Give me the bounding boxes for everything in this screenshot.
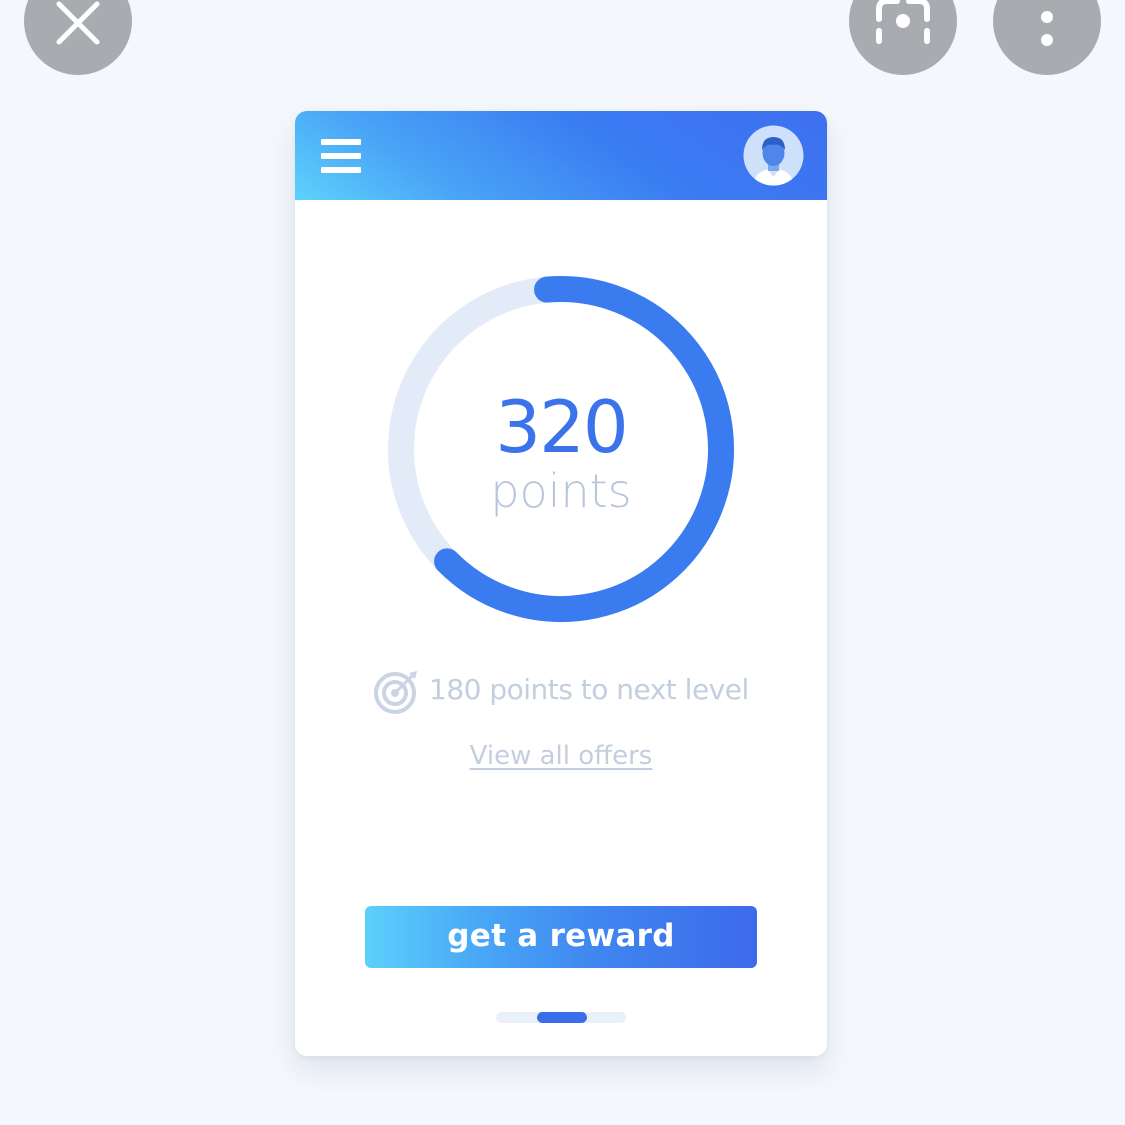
points-value: 320 xyxy=(495,385,628,469)
next-level-info: 180 points to next level xyxy=(373,663,773,714)
next-level-text: 180 points to next level xyxy=(429,673,749,706)
user-avatar-icon[interactable] xyxy=(743,125,804,186)
page-indicator-active xyxy=(537,1012,587,1023)
lens-icon xyxy=(876,0,930,44)
more-options-button[interactable] xyxy=(993,0,1101,75)
get-reward-button[interactable]: get a reward xyxy=(365,906,757,968)
points-unit-label: points xyxy=(490,464,632,518)
phone-screen: 320 points 180 points to next level View… xyxy=(295,111,827,1056)
view-all-offers-link[interactable]: View all offers xyxy=(295,741,827,771)
target-icon xyxy=(374,671,417,714)
app-header xyxy=(295,111,827,200)
more-vertical-icon xyxy=(1041,11,1053,46)
hamburger-menu-icon[interactable] xyxy=(321,137,363,175)
lens-search-button[interactable] xyxy=(849,0,957,75)
close-icon xyxy=(56,1,100,45)
page-indicator xyxy=(496,1012,626,1023)
close-button[interactable] xyxy=(24,0,132,75)
